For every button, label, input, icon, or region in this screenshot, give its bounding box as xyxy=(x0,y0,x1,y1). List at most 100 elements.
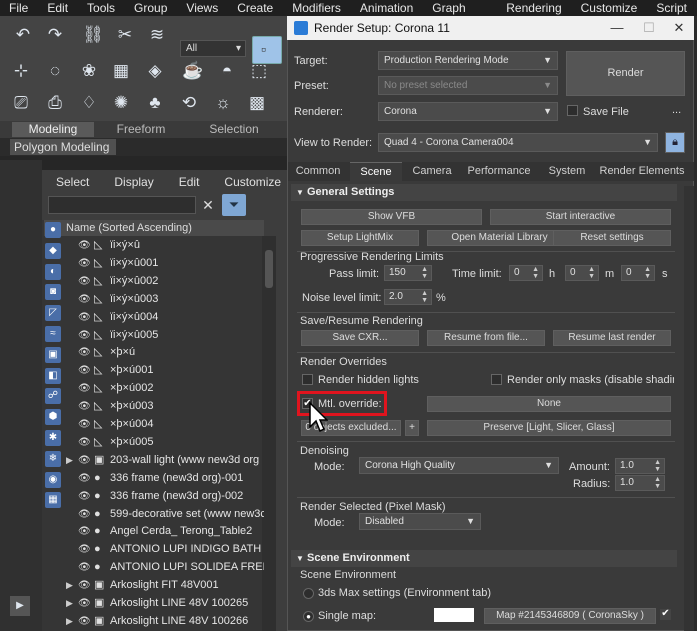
eye-icon[interactable]: 👁︎ xyxy=(78,613,92,630)
filter-light-icon[interactable]: ◐ xyxy=(45,263,61,280)
mtl-override-map-button[interactable]: None xyxy=(427,396,671,412)
resume-from-file-button[interactable]: Resume from file... xyxy=(427,330,545,346)
filter-particle-icon[interactable]: ✱ xyxy=(45,430,61,446)
menu-item[interactable]: Animation xyxy=(351,0,423,16)
table-row[interactable]: 👁︎ ◺ ïi×ý×û004 xyxy=(66,309,264,326)
filter-display-icon[interactable]: ▦ xyxy=(45,492,61,509)
save-cxr-button[interactable]: Save CXR... xyxy=(301,330,419,346)
start-interactive-button[interactable]: Start interactive xyxy=(490,209,671,225)
create-light-icon[interactable]: ❀ xyxy=(78,60,100,82)
clear-search-icon[interactable]: ✕ xyxy=(200,196,216,214)
eye-icon[interactable]: 👁︎ xyxy=(78,488,92,505)
filter-helper-icon[interactable]: ◸ xyxy=(45,305,61,322)
filter-bone-icon[interactable]: ☍ xyxy=(45,388,61,405)
render-frame-icon[interactable]: ⬚ xyxy=(248,60,270,82)
tab-common[interactable]: Common xyxy=(290,162,346,181)
tab-selection[interactable]: Selection xyxy=(198,122,270,137)
scene-list-scrollbar[interactable] xyxy=(262,236,276,631)
eye-icon[interactable]: 👁︎ xyxy=(78,327,92,344)
filter-frozen-icon[interactable]: ❄ xyxy=(45,450,61,467)
env-single-map-radio[interactable]: ● xyxy=(303,611,314,622)
menu-item[interactable]: File xyxy=(0,0,38,16)
interactive-render-icon[interactable]: ⟲ xyxy=(178,92,200,114)
filter-shape-icon[interactable]: ◆ xyxy=(45,242,61,259)
render-selected-mode-dropdown[interactable]: Disabled ▼ xyxy=(359,513,481,530)
table-row[interactable]: 👁︎ ◺ ×þ×ú005 xyxy=(66,434,264,451)
corona-icon[interactable]: ☼ xyxy=(212,92,234,114)
table-row[interactable]: 👁︎● ANTONIO LUPI INDIGO BATH MD xyxy=(66,541,264,558)
env-color-swatch[interactable] xyxy=(434,608,474,622)
filter-xref-icon[interactable]: ◧ xyxy=(45,367,61,384)
scene-explorer-search-input[interactable] xyxy=(48,196,196,214)
table-row[interactable]: 👁︎ ◺ ïi×ý×û003 xyxy=(66,291,264,308)
tab-camera[interactable]: Camera xyxy=(404,162,460,181)
tree-icon[interactable]: ♣ xyxy=(144,92,166,114)
expand-arrow-icon[interactable]: ▶ xyxy=(66,577,74,594)
teapot-icon[interactable]: ☕ xyxy=(182,60,204,82)
lock-icon[interactable]: 🔒︎ xyxy=(665,132,685,153)
tab-performance[interactable]: Performance xyxy=(462,162,536,181)
link-icon[interactable]: ⛓ xyxy=(82,24,104,46)
table-row[interactable]: 👁︎ ● Angel Cerda_ Terong_Table2 xyxy=(66,523,264,540)
minimize-icon[interactable]: — xyxy=(601,16,633,40)
undo-icon[interactable]: ↶ xyxy=(12,24,34,46)
table-row[interactable]: 👁︎ ◺ ×þ×ú xyxy=(66,344,264,361)
eye-icon[interactable]: 👁︎ xyxy=(78,362,92,379)
tab-system[interactable]: System xyxy=(540,162,594,181)
pass-limit-spinner[interactable]: 150 ▲ ▼ xyxy=(384,265,432,281)
reset-settings-button[interactable]: Reset settings xyxy=(553,230,671,246)
table-row[interactable]: ▶ 👁︎ ▣ Arkoslight LINE 48V 100266 xyxy=(66,613,264,630)
eye-icon[interactable]: 👁︎ xyxy=(78,577,92,594)
add-excluded-button[interactable]: + xyxy=(405,420,419,436)
filter-container-icon[interactable]: ⬢ xyxy=(45,409,61,426)
expand-arrow-icon[interactable]: ▶ xyxy=(66,595,74,612)
table-row[interactable]: 👁︎ ◺ ×þ×ú004 xyxy=(66,416,264,433)
tab-render-elements[interactable]: Render Elements xyxy=(598,162,686,181)
render-button[interactable]: Render xyxy=(566,51,685,96)
amount-spinner[interactable]: 1.0 ▲ ▼ xyxy=(615,458,665,474)
redo-icon[interactable]: ↷ xyxy=(44,24,66,46)
close-icon[interactable]: ✕ xyxy=(663,16,695,40)
eye-icon[interactable]: 👁︎ xyxy=(78,309,92,326)
material-editor-icon[interactable]: ▦ xyxy=(110,60,132,82)
save-file-browse-button[interactable]: ... xyxy=(672,104,681,116)
save-file-checkbox[interactable] xyxy=(567,105,578,116)
table-row[interactable]: 👁︎ ● 336 frame (new3d org)-002 xyxy=(66,488,264,505)
render-only-masks-checkbox[interactable] xyxy=(491,374,502,385)
eye-icon[interactable]: 👁︎ xyxy=(78,255,92,272)
render-hidden-lights-checkbox[interactable] xyxy=(302,374,313,385)
grid-icon[interactable]: ▩ xyxy=(246,92,268,114)
scene-explorer-menu-item[interactable]: Edit xyxy=(165,172,211,192)
expand-arrow-icon[interactable]: ▶ xyxy=(66,452,74,469)
tab-freeform[interactable]: Freeform xyxy=(106,122,176,137)
noise-level-spinner[interactable]: 2.0 ▲ ▼ xyxy=(384,289,432,305)
eye-icon[interactable]: 👁︎ xyxy=(78,416,92,433)
scene-list-scroll-thumb[interactable] xyxy=(265,250,273,288)
unlink-icon[interactable]: ✂ xyxy=(114,24,136,46)
resume-last-render-button[interactable]: Resume last render xyxy=(553,330,671,346)
table-row[interactable]: ▶ 👁︎ ▣ Arkoslight FIT 48V001 xyxy=(66,577,264,594)
table-row[interactable]: 👁︎ ◺ ×þ×ú002 xyxy=(66,380,264,397)
eye-icon[interactable]: 👁︎ xyxy=(78,541,92,558)
env-map-button[interactable]: Map #2145346809 ( CoronaSky ) xyxy=(484,608,656,624)
menu-item[interactable]: Tools xyxy=(78,0,125,16)
menu-item[interactable]: Create xyxy=(228,0,283,16)
eye-icon[interactable]: 👁︎ xyxy=(78,523,92,540)
eye-icon[interactable]: 👁︎ xyxy=(78,380,92,397)
expand-arrow-icon[interactable]: ▶ xyxy=(66,613,74,630)
bind-spacewarp-icon[interactable]: ≋ xyxy=(146,24,168,46)
table-row[interactable]: 👁︎ ◺ ×þ×ú003 xyxy=(66,398,264,415)
menu-item[interactable]: Customize xyxy=(572,0,648,16)
eye-icon[interactable]: 👁︎ xyxy=(78,470,92,487)
create-geometry-icon[interactable]: ⊹ xyxy=(10,60,32,82)
video-camera-icon[interactable]: ⎙ xyxy=(44,92,66,114)
polygon-modeling-panel[interactable]: Polygon Modeling xyxy=(10,139,116,155)
denoise-mode-dropdown[interactable]: Corona High Quality ▼ xyxy=(359,457,559,474)
menu-item[interactable]: Graph Editors xyxy=(423,0,497,31)
eye-icon[interactable]: 👁︎ xyxy=(78,398,92,415)
filter-sphere-icon[interactable]: ● xyxy=(45,222,61,238)
preset-dropdown[interactable]: No preset selected ▼ xyxy=(378,76,558,95)
menu-item[interactable]: Script xyxy=(647,0,697,16)
menu-item[interactable]: Group xyxy=(125,0,177,16)
eye-icon[interactable]: 👁︎ xyxy=(78,506,92,523)
